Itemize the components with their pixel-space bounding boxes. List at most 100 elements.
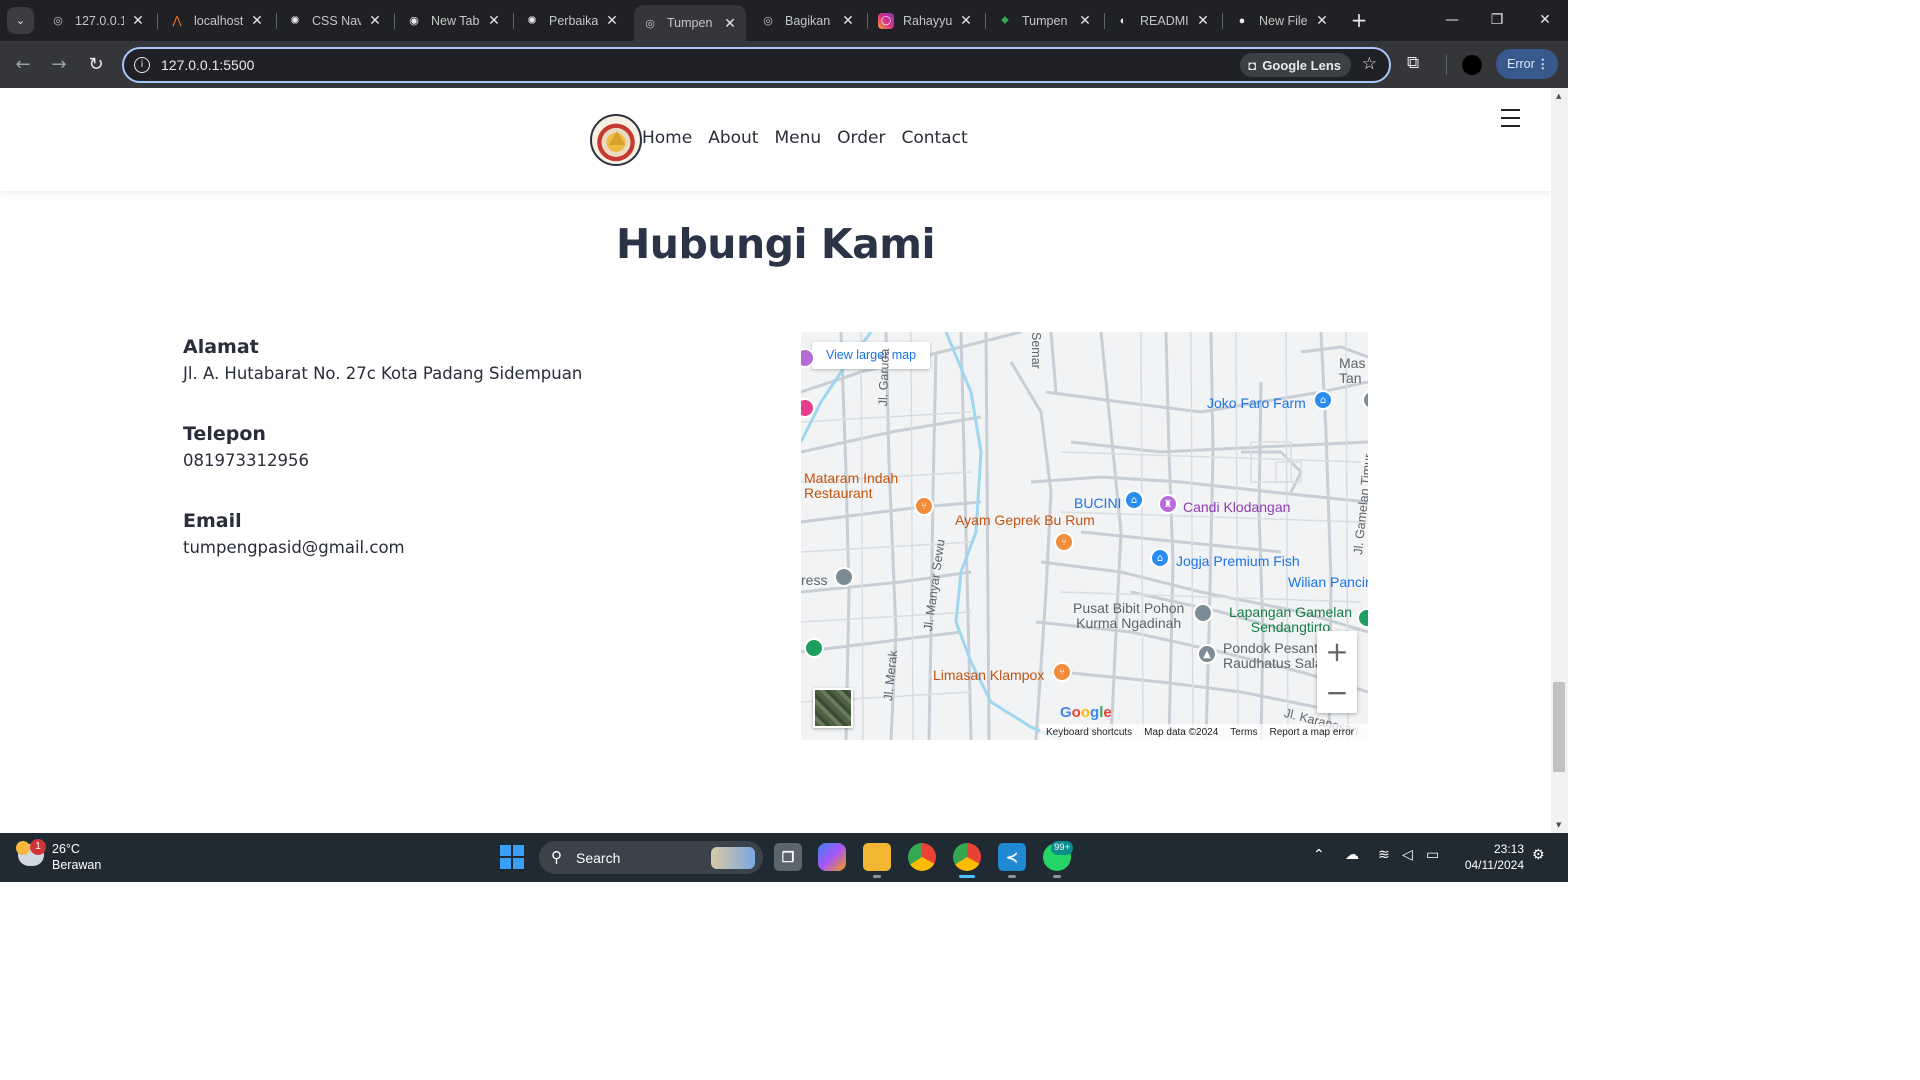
shop-pin-icon[interactable]: ⌂ [1150, 548, 1170, 568]
tab-search-button[interactable]: ⌄ [7, 7, 34, 34]
tab-6-active[interactable]: ◎ Tumpen ✕ [634, 5, 746, 41]
close-tab-icon[interactable]: ✕ [840, 12, 856, 29]
onedrive-error-icon[interactable]: ☁ [1345, 847, 1359, 863]
close-tab-icon[interactable]: ✕ [958, 12, 974, 29]
satellite-toggle[interactable] [813, 688, 853, 728]
shop-pin-icon[interactable]: ⌂ [1313, 390, 1333, 410]
notifications-icon[interactable]: ⚙ [1532, 847, 1545, 863]
place-label[interactable]: Limasan Klampox [933, 667, 1044, 683]
place-label[interactable]: Mas Tan [1339, 356, 1365, 386]
map-data-text: Map data ©2024 [1144, 726, 1219, 738]
restaurant-pin-icon[interactable]: ⑂ [1052, 662, 1072, 682]
place-pin-icon[interactable] [1193, 603, 1213, 623]
report-error-link[interactable]: Report a map error [1270, 727, 1354, 738]
page-scrollbar[interactable]: ▲ ▼ [1551, 88, 1568, 833]
embedded-map[interactable]: View larger map Jl. Garuda Semar Jl. Man… [801, 332, 1368, 740]
map-zoom-controls: + − [1317, 631, 1357, 713]
nav-link-order[interactable]: Order [837, 128, 885, 148]
keyboard-shortcuts-link[interactable]: Keyboard shortcuts [1046, 727, 1132, 738]
close-tab-icon[interactable]: ✕ [1077, 12, 1093, 29]
nav-link-home[interactable]: Home [642, 128, 692, 148]
place-label[interactable]: Joko Faro Farm [1207, 395, 1306, 411]
terms-link[interactable]: Terms [1230, 727, 1257, 738]
restore-icon[interactable]: ❐ [1482, 8, 1512, 32]
scroll-up-icon[interactable]: ▲ [1556, 92, 1561, 100]
close-tab-icon[interactable]: ✕ [367, 12, 383, 29]
tab-4[interactable]: ◉ New Tab ✕ [398, 6, 510, 35]
back-icon[interactable]: ← [10, 52, 36, 78]
place-label[interactable]: Jogja Premium Fish [1176, 553, 1300, 569]
nav-link-contact[interactable]: Contact [901, 128, 967, 148]
wifi-icon[interactable]: ≋ [1378, 847, 1390, 863]
place-label[interactable]: Candi Klodangan [1183, 499, 1290, 515]
place-label[interactable]: BUCINI [1074, 495, 1121, 511]
close-window-icon[interactable]: ✕ [1530, 8, 1560, 32]
profile-avatar[interactable] [1462, 55, 1482, 75]
scrollbar-thumb[interactable] [1553, 682, 1565, 772]
address-block: Alamat Jl. A. Hutabarat No. 27c Kota Pad… [183, 336, 582, 383]
site-logo[interactable] [590, 114, 642, 166]
file-explorer-icon[interactable] [863, 843, 891, 878]
taskbar-search[interactable]: ⚲ Search [539, 841, 763, 874]
landmark-pin-icon[interactable]: ♜ [1158, 494, 1178, 514]
reload-icon[interactable]: ↻ [83, 52, 109, 78]
close-tab-icon[interactable]: ✕ [604, 12, 620, 29]
close-tab-icon[interactable]: ✕ [130, 12, 146, 29]
weather-badge: 1 [30, 839, 46, 855]
close-tab-icon[interactable]: ✕ [1195, 12, 1211, 29]
zoom-out-icon[interactable]: − [1317, 672, 1357, 713]
windows-start-icon[interactable] [500, 845, 524, 869]
copilot-icon[interactable] [818, 843, 846, 871]
close-tab-icon[interactable]: ✕ [249, 12, 265, 29]
chrome-active-icon[interactable] [953, 843, 981, 878]
zoom-in-icon[interactable]: + [1317, 631, 1357, 672]
task-view-icon[interactable]: ❐ [774, 843, 802, 871]
restaurant-pin-icon[interactable]: ⑂ [914, 496, 934, 516]
volume-icon[interactable]: ◁ [1402, 847, 1413, 863]
tab-3[interactable]: ✺ CSS Nav ✕ [279, 6, 391, 35]
nav-link-menu[interactable]: Menu [774, 128, 821, 148]
tab-7[interactable]: ◎ Bagikan ✕ [752, 6, 864, 35]
show-hidden-icons[interactable]: ⌃ [1313, 847, 1325, 863]
url-text[interactable]: 127.0.0.1:5500 [161, 57, 254, 73]
view-larger-map-link[interactable]: View larger map [812, 342, 930, 369]
place-pin-icon[interactable] [834, 567, 854, 587]
school-pin-icon[interactable]: ▲ [1197, 644, 1217, 664]
place-label[interactable]: Ayam Geprek Bu Rum [955, 512, 1095, 528]
google-lens-button[interactable]: ◘ Google Lens [1240, 53, 1351, 77]
place-label[interactable]: ress [801, 572, 827, 588]
scroll-down-icon[interactable]: ▼ [1556, 821, 1561, 829]
vscode-icon[interactable]: ≺ [998, 843, 1026, 878]
close-tab-icon[interactable]: ✕ [722, 15, 738, 32]
shop-pin-icon[interactable]: ⌂ [1124, 490, 1144, 510]
chrome-icon[interactable] [908, 843, 936, 871]
place-label[interactable]: Pusat Bibit Pohon Kurma Ngadinah [1073, 601, 1184, 631]
address-bar[interactable]: i 127.0.0.1:5500 ◘ Google Lens ☆ [122, 47, 1391, 83]
place-label[interactable]: Pondok Pesant Raudhatus Sala [1223, 641, 1323, 671]
place-label[interactable]: Wilian Pancir [1288, 574, 1368, 590]
tab-5[interactable]: ✺ Perbaika ✕ [516, 6, 628, 35]
tab-2[interactable]: ⋀ localhost ✕ [161, 6, 273, 35]
extensions-icon[interactable]: ⧉ [1407, 53, 1419, 73]
system-clock[interactable]: 23:13 04/11/2024 [1460, 841, 1524, 873]
restaurant-pin-icon[interactable]: ⑂ [1054, 532, 1074, 552]
tab-11[interactable]: ● New File ✕ [1226, 6, 1338, 35]
place-label[interactable]: Mataram Indah Restaurant [804, 471, 898, 501]
tab-1[interactable]: ◎ 127.0.0.1 ✕ [42, 6, 154, 35]
tab-8[interactable]: ◯ Rahayyu ✕ [870, 6, 982, 35]
minimize-icon[interactable]: — [1437, 8, 1467, 32]
tab-10[interactable]: ◐ READMI ✕ [1107, 6, 1219, 35]
site-info-icon[interactable]: i [134, 57, 150, 73]
new-tab-button[interactable]: + [1348, 9, 1370, 31]
forward-icon[interactable]: → [46, 52, 72, 78]
nav-link-about[interactable]: About [708, 128, 758, 148]
error-button[interactable]: Error ⋮ [1496, 49, 1558, 79]
close-tab-icon[interactable]: ✕ [486, 12, 502, 29]
hamburger-menu-icon[interactable] [1501, 109, 1520, 133]
bookmark-star-icon[interactable]: ☆ [1362, 54, 1377, 74]
tab-9[interactable]: ⬥ Tumpen ✕ [989, 6, 1101, 35]
tab-title: New File [1259, 13, 1308, 28]
battery-icon[interactable]: ▭ [1426, 847, 1439, 863]
close-tab-icon[interactable]: ✕ [1314, 12, 1330, 29]
park-pin-icon[interactable] [804, 638, 824, 658]
